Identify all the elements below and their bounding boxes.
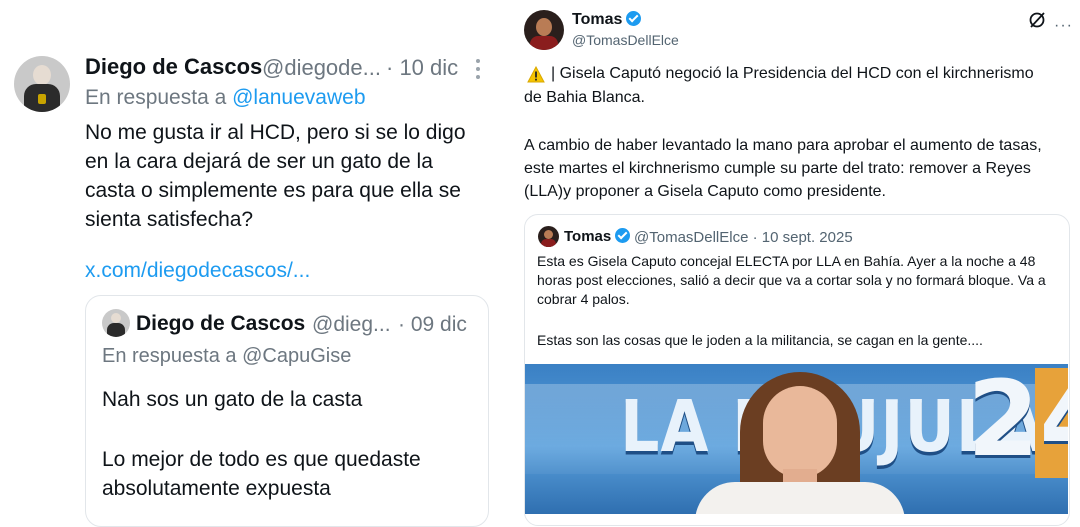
quoted-author-avatar[interactable] xyxy=(538,226,559,247)
quoted-photo[interactable]: LA BRUJULA 24 xyxy=(525,364,1068,514)
reply-prefix: En respuesta a xyxy=(85,86,233,109)
quoted-author-avatar[interactable] xyxy=(102,309,130,337)
quoted-author-name[interactable]: Tomas xyxy=(564,228,611,245)
quoted-timestamp[interactable]: · 09 dic xyxy=(398,313,467,337)
tweet-timestamp[interactable]: · 10 dic xyxy=(386,55,458,81)
author-handle[interactable]: @TomasDellElce xyxy=(572,32,679,48)
grok-icon[interactable] xyxy=(1028,11,1046,29)
author-name-row[interactable]: Tomas xyxy=(572,11,642,29)
quoted-author-name-row[interactable]: Tomas xyxy=(564,228,631,245)
quoted-author-name[interactable]: Diego de Cascos xyxy=(136,312,305,336)
reply-context: En respuesta a @lanuevaweb xyxy=(85,86,366,110)
author-name[interactable]: Diego de Cascos xyxy=(85,54,262,80)
more-options-icon[interactable] xyxy=(470,56,486,82)
tweet-link[interactable]: x.com/diegodecascos/... xyxy=(85,259,310,283)
quoted-text-paragraph: Lo mejor de todo es que quedaste absolut… xyxy=(102,448,421,500)
tweet-text-paragraph: A cambio de haber levantado la mano para… xyxy=(524,137,1042,200)
quoted-author-handle[interactable]: @dieg... xyxy=(312,313,391,337)
warning-icon xyxy=(527,65,545,83)
divider xyxy=(510,0,524,514)
more-options-icon[interactable]: ··· xyxy=(1054,17,1073,35)
tweet-text-line: | Gisela Caputó negoció la Presidencia d… xyxy=(551,65,1034,82)
verified-badge-icon xyxy=(626,11,642,26)
photo-channel-number: 24 xyxy=(967,364,1068,480)
author-handle[interactable]: @diegode... xyxy=(262,55,381,81)
quoted-text: Esta es Gisela Caputo concejal ELECTA po… xyxy=(537,253,1046,307)
quoted-reply-context: En respuesta a @CapuGise xyxy=(102,345,352,367)
tweet-text: No me gusta ir al HCD, pero si se lo dig… xyxy=(85,121,466,231)
author-avatar[interactable] xyxy=(14,56,70,112)
verified-badge-icon xyxy=(615,228,631,243)
quoted-text-line: Nah sos un gato de la casta xyxy=(102,388,363,411)
reply-mention-link[interactable]: @lanuevaweb xyxy=(232,86,365,109)
quoted-text-line: Estas son las cosas que le joden a la mi… xyxy=(537,332,983,348)
tweet-text-line: de Bahia Blanca. xyxy=(524,89,645,106)
author-avatar[interactable] xyxy=(524,10,564,50)
quoted-handle-timestamp[interactable]: @TomasDellElce · 10 sept. 2025 xyxy=(634,229,853,246)
author-name[interactable]: Tomas xyxy=(572,11,622,28)
